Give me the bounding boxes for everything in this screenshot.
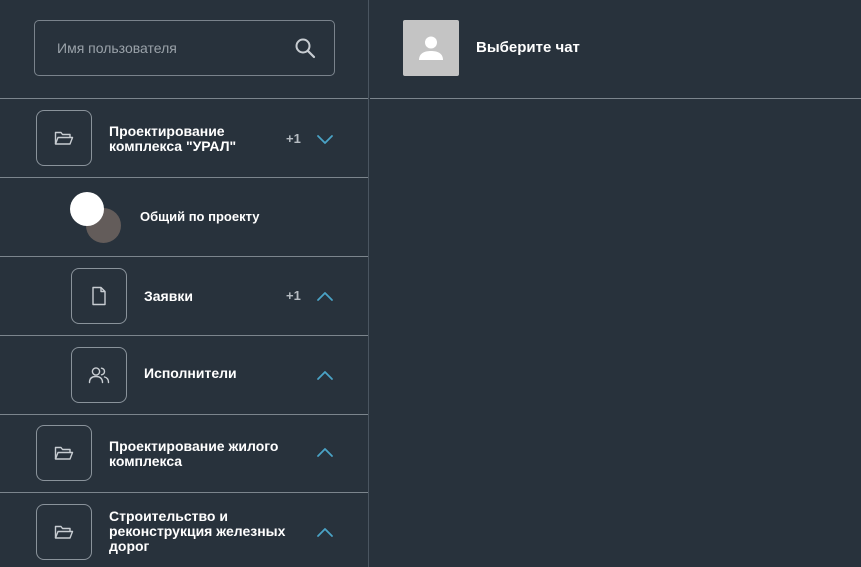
search-area bbox=[0, 0, 368, 99]
chat-title: Общий по проекту bbox=[140, 209, 260, 224]
project-item-residential[interactable]: Проектирование жилого комплекса bbox=[0, 415, 368, 493]
chat-item-general[interactable]: Общий по проекту bbox=[0, 178, 368, 257]
chevron-up-icon[interactable] bbox=[316, 369, 334, 381]
project-icon-box bbox=[36, 110, 92, 166]
document-icon bbox=[92, 286, 106, 306]
category-item-executors[interactable]: Исполнители bbox=[0, 336, 368, 415]
project-item-railways[interactable]: Строительство и реконструкция железных д… bbox=[0, 493, 368, 567]
project-item-ural[interactable]: Проектирование комплекса "УРАЛ" +1 bbox=[0, 99, 368, 178]
unread-badge: +1 bbox=[286, 131, 301, 146]
search-box[interactable] bbox=[34, 20, 335, 76]
users-icon bbox=[88, 367, 110, 384]
project-title: Проектирование жилого комплекса bbox=[109, 438, 279, 469]
project-title: Проектирование комплекса "УРАЛ" bbox=[109, 123, 237, 154]
chat-avatar bbox=[403, 20, 459, 76]
category-title: Заявки bbox=[144, 288, 193, 304]
category-title: Исполнители bbox=[144, 365, 237, 381]
unread-badge: +1 bbox=[286, 288, 301, 303]
avatar-front bbox=[70, 192, 104, 226]
group-avatar bbox=[70, 192, 122, 243]
chat-title: Выберите чат bbox=[476, 39, 580, 56]
folder-open-icon bbox=[54, 446, 74, 460]
folder-open-icon bbox=[54, 525, 74, 539]
chevron-down-icon[interactable] bbox=[316, 133, 334, 145]
project-icon-box bbox=[36, 425, 92, 481]
category-icon-box bbox=[71, 268, 127, 324]
chevron-up-icon[interactable] bbox=[316, 290, 334, 302]
chevron-up-icon[interactable] bbox=[316, 446, 334, 458]
chat-area: Выберите чат bbox=[370, 0, 861, 567]
chevron-up-icon[interactable] bbox=[316, 526, 334, 538]
category-icon-box bbox=[71, 347, 127, 403]
project-title: Строительство и реконструкция железных д… bbox=[109, 508, 286, 554]
category-item-requests[interactable]: Заявки +1 bbox=[0, 257, 368, 336]
user-icon bbox=[419, 36, 443, 60]
folder-open-icon bbox=[54, 131, 74, 145]
chat-header: Выберите чат bbox=[370, 0, 861, 99]
search-input[interactable] bbox=[57, 37, 287, 59]
search-icon[interactable] bbox=[294, 37, 316, 59]
sidebar: Проектирование комплекса "УРАЛ" +1 Общий… bbox=[0, 0, 369, 567]
project-icon-box bbox=[36, 504, 92, 560]
